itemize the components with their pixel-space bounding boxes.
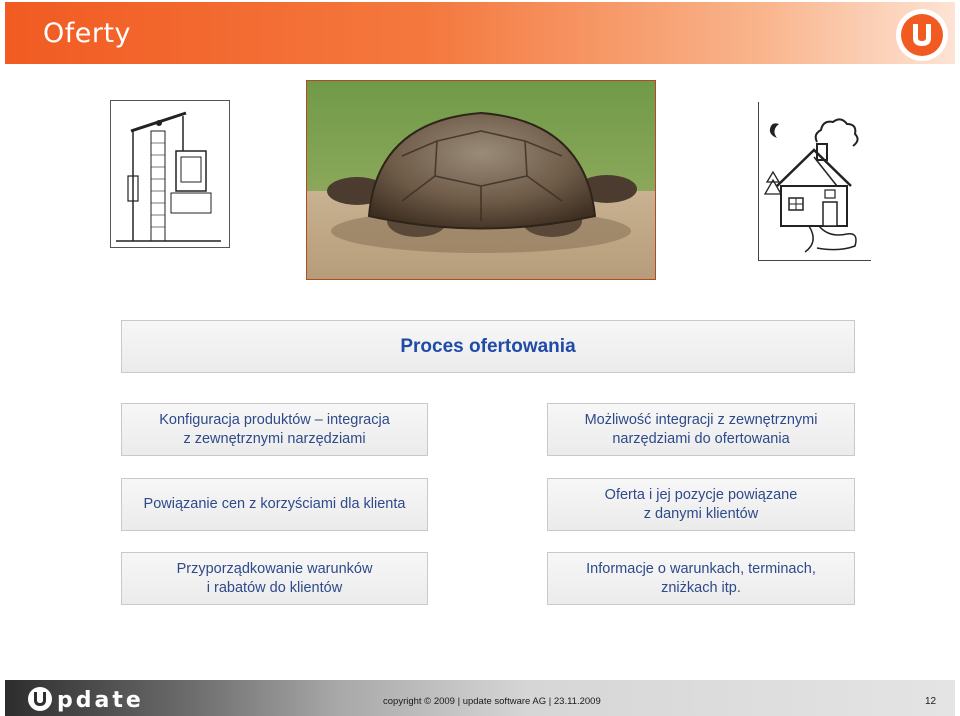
page-number: 12: [925, 696, 937, 707]
pump-drawing-image: [110, 100, 230, 248]
process-title: Proces ofertowania: [400, 336, 576, 357]
process-title-box: Proces ofertowania: [121, 320, 855, 373]
footer-bar: pdate copyright © 2009 | update software…: [5, 680, 955, 716]
process-item-right-2: Oferta i jej pozycje powiązane z danymi …: [547, 478, 855, 531]
process-item-left-3: Przyporządkowanie warunków i rabatów do …: [121, 552, 428, 605]
update-logo-icon: pdate: [28, 687, 144, 713]
process-item-text: Informacje o warunkach, terminach, zniżk…: [586, 560, 816, 596]
process-item-right-3: Informacje o warunkach, terminach, zniżk…: [547, 552, 855, 605]
process-item-text: Możliwość integracji z zewnętrznymi narz…: [584, 411, 818, 447]
house-drawing-image: [758, 102, 871, 261]
header-bar: Oferty: [5, 2, 955, 64]
process-item-left-2: Powiązanie cen z korzyściami dla klienta: [121, 478, 428, 531]
process-item-text: Oferta i jej pozycje powiązane z danymi …: [604, 486, 798, 522]
footer-copyright: copyright © 2009 | update software AG | …: [383, 696, 601, 707]
process-item-right-1: Możliwość integracji z zewnętrznymi narz…: [547, 403, 855, 456]
process-item-text: Przyporządkowanie warunków i rabatów do …: [176, 560, 373, 596]
process-item-left-1: Konfiguracja produktów – integracja z ze…: [121, 403, 428, 456]
tortoise-photo-image: [306, 80, 656, 280]
process-item-text: Konfiguracja produktów – integracja z ze…: [159, 411, 390, 447]
slide-title: Oferty: [43, 18, 132, 49]
uptime-logo-icon: [896, 9, 948, 61]
svg-text:pdate: pdate: [57, 688, 144, 713]
process-item-text: Powiązanie cen z korzyściami dla klienta: [143, 496, 406, 512]
